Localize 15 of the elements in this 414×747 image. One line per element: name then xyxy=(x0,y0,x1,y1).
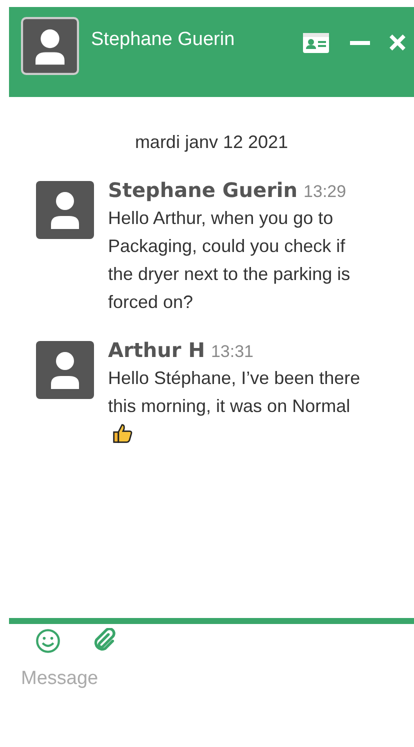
message-text: Hello Stéphane, I’ve been there this morning, it was on Normal xyxy=(108,368,360,416)
date-label: mardi janv 12 2021 xyxy=(134,132,290,153)
author-name: Arthur H xyxy=(108,338,205,362)
author-name: Stephane Guerin xyxy=(108,178,298,202)
message-time: 13:31 xyxy=(210,342,254,362)
contact-name: Stephane Guerin xyxy=(91,29,236,51)
emoji-icon[interactable] xyxy=(35,628,61,654)
close-icon[interactable] xyxy=(389,34,406,51)
avatar-icon xyxy=(21,17,79,75)
avatar-icon xyxy=(36,181,94,239)
thumbs-up-icon xyxy=(112,422,134,444)
message-text: Hello Arthur, when you go to Packaging, could you check if the dryer next to the parking is forced on? xyxy=(108,208,350,312)
contact-card-icon[interactable] xyxy=(303,33,329,53)
avatar-icon xyxy=(36,341,94,399)
message-time: 13:29 xyxy=(304,182,346,202)
